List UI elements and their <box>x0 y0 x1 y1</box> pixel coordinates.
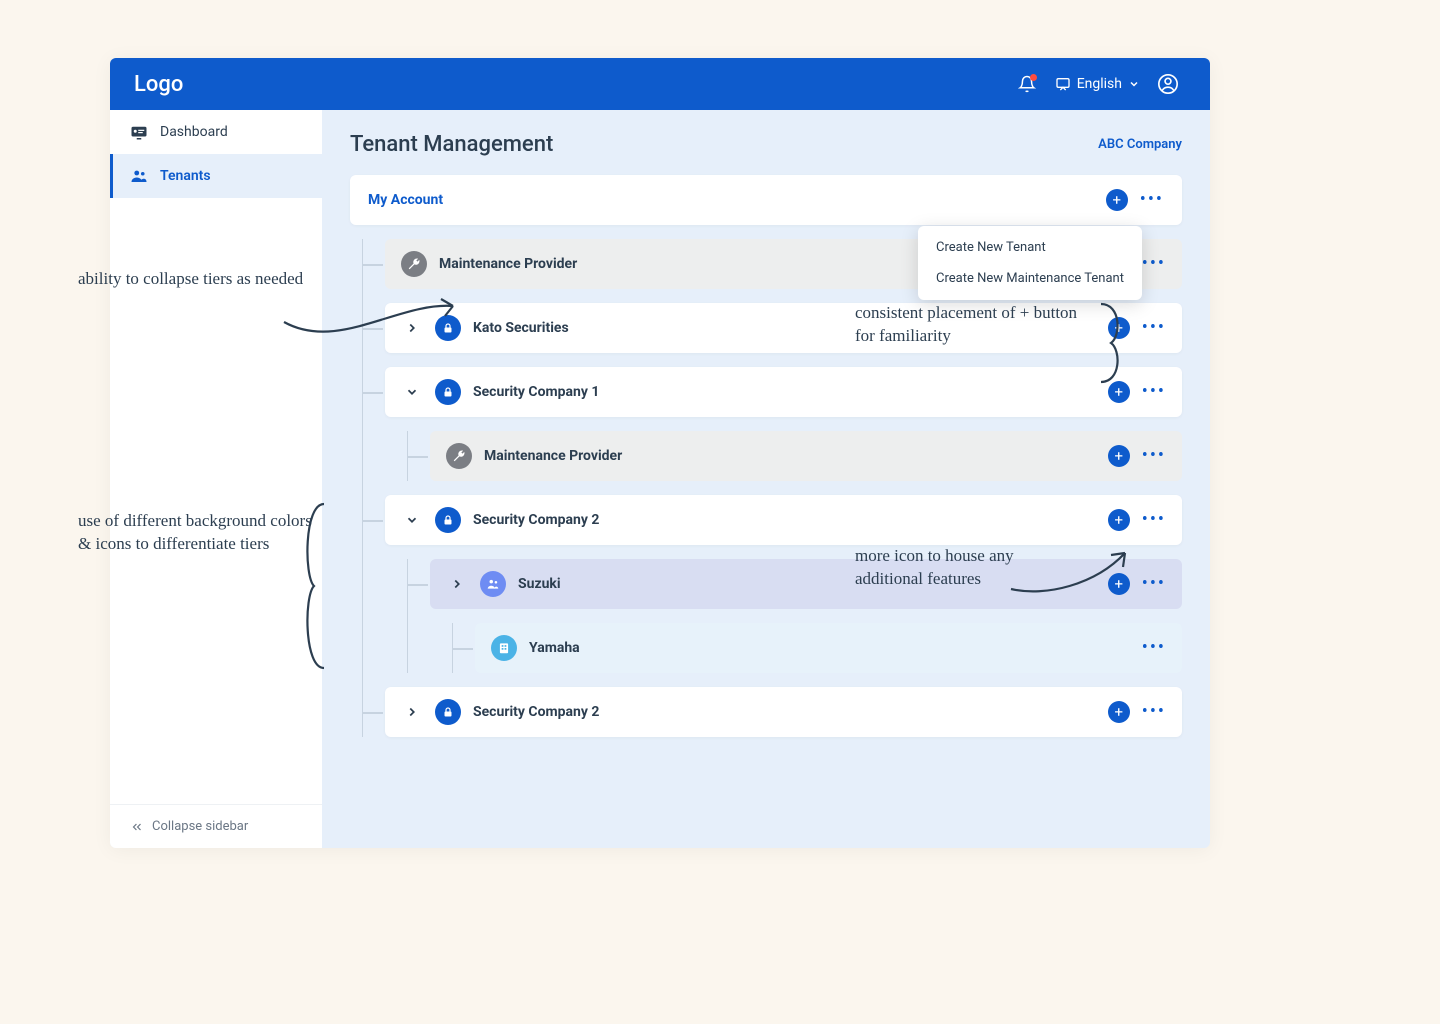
collapse-button[interactable] <box>401 381 423 403</box>
more-button[interactable]: ••• <box>1142 319 1166 337</box>
sidebar-item-label: Dashboard <box>160 124 228 140</box>
sidebar-item-dashboard[interactable]: Dashboard <box>110 110 322 154</box>
add-tenant-button[interactable]: + <box>1106 189 1128 211</box>
more-button[interactable]: ••• <box>1142 575 1166 593</box>
app-window: Logo English Dashboard Tenants <box>110 58 1210 848</box>
node-label: Yamaha <box>529 640 1130 656</box>
collapse-sidebar-label: Collapse sidebar <box>152 819 248 834</box>
collapse-sidebar-button[interactable]: Collapse sidebar <box>110 804 322 848</box>
sidebar-item-tenants[interactable]: Tenants <box>110 154 322 198</box>
user-icon <box>1157 73 1179 95</box>
language-selector[interactable]: English <box>1045 76 1150 92</box>
expand-button[interactable] <box>446 573 468 595</box>
language-label: English <box>1077 76 1122 92</box>
node-label: Security Company 2 <box>473 704 1096 720</box>
chevron-down-icon <box>405 513 419 527</box>
more-button[interactable]: ••• <box>1142 703 1166 721</box>
node-label: Security Company 2 <box>473 512 1096 528</box>
profile-button[interactable] <box>1150 66 1186 102</box>
expand-button[interactable] <box>401 701 423 723</box>
add-tenant-button[interactable]: + <box>1108 701 1130 723</box>
sidebar: Dashboard Tenants Collapse sidebar <box>110 110 322 848</box>
logo: Logo <box>134 72 183 97</box>
more-button[interactable]: ••• <box>1142 447 1166 465</box>
more-button[interactable]: ••• <box>1142 639 1166 657</box>
collapse-button[interactable] <box>401 509 423 531</box>
add-tenant-button[interactable]: + <box>1108 509 1130 531</box>
building-icon <box>491 635 517 661</box>
more-button[interactable]: ••• <box>1140 191 1164 209</box>
notifications-button[interactable] <box>1009 66 1045 102</box>
more-button[interactable]: ••• <box>1142 255 1166 273</box>
more-button[interactable]: ••• <box>1142 383 1166 401</box>
lock-icon <box>435 699 461 725</box>
chat-icon <box>1055 76 1071 92</box>
chevrons-left-icon <box>130 820 144 834</box>
dropdown-item-create-maintenance-tenant[interactable]: Create New Maintenance Tenant <box>918 263 1142 294</box>
tree-root-label: My Account <box>368 192 443 208</box>
annotation-bg-colors: use of different background colors & ico… <box>78 510 318 556</box>
wrench-icon <box>446 443 472 469</box>
chevron-down-icon <box>1128 78 1140 90</box>
dropdown-item-create-tenant[interactable]: Create New Tenant <box>918 232 1142 263</box>
sidebar-item-label: Tenants <box>160 168 211 184</box>
chevron-down-icon <box>405 385 419 399</box>
tree-node: Security Company 2 + ••• <box>385 687 1182 737</box>
node-label: Maintenance Provider <box>484 448 1096 464</box>
annotation-more-icon: more icon to house any additional featur… <box>855 545 1085 591</box>
more-button[interactable]: ••• <box>1142 511 1166 529</box>
topbar: Logo English <box>110 58 1210 110</box>
tree-node: Security Company 1 + ••• Ma <box>385 367 1182 481</box>
annotation-collapse-tiers: ability to collapse tiers as needed <box>78 268 308 291</box>
node-label: Security Company 1 <box>473 384 1096 400</box>
page-title: Tenant Management <box>350 132 553 157</box>
tree-node: Yamaha ••• <box>475 623 1182 673</box>
annotation-plus-button: consistent placement of + button for fam… <box>855 302 1085 348</box>
tree-root-card: My Account + ••• <box>350 175 1182 225</box>
organization-icon <box>480 571 506 597</box>
tree-node: Maintenance Provider + ••• <box>430 431 1182 481</box>
create-dropdown: Create New Tenant Create New Maintenance… <box>918 226 1142 300</box>
chevron-right-icon <box>450 577 464 591</box>
tenants-icon <box>130 167 148 185</box>
company-link[interactable]: ABC Company <box>1098 137 1182 152</box>
notification-dot-icon <box>1030 74 1037 81</box>
dashboard-icon <box>130 123 148 141</box>
lock-icon <box>435 507 461 533</box>
main-content: Tenant Management ABC Company My Account… <box>322 110 1210 848</box>
add-tenant-button[interactable]: + <box>1108 445 1130 467</box>
lock-icon <box>435 379 461 405</box>
chevron-right-icon <box>405 705 419 719</box>
wrench-icon <box>401 251 427 277</box>
